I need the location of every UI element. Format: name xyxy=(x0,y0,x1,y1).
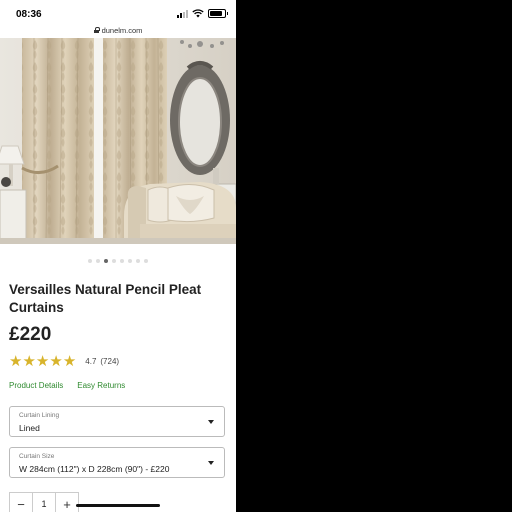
chevron-down-icon xyxy=(208,461,214,465)
battery-icon xyxy=(208,9,228,18)
star-icon: ★ xyxy=(35,353,50,370)
lock-icon xyxy=(93,27,100,33)
status-time: 08:36 xyxy=(16,9,42,20)
chevron-down-icon xyxy=(208,420,214,424)
curtain-lining-select[interactable]: Curtain Lining Lined xyxy=(9,406,225,437)
battery-fill xyxy=(210,11,222,16)
product-rating[interactable]: ★ ★ ★ ★ ★ 4.7 (724) xyxy=(9,354,119,369)
product-links: Product Details Easy Returns xyxy=(9,381,125,390)
signal-icon xyxy=(177,9,188,18)
gallery-dot[interactable] xyxy=(128,259,132,263)
rating-value: 4.7 xyxy=(85,357,97,366)
wifi-icon xyxy=(192,9,204,18)
star-icon: ★ xyxy=(9,353,23,370)
product-title: Versailles Natural Pencil Pleat Curtains xyxy=(9,282,202,315)
gallery-dot[interactable] xyxy=(144,259,148,263)
curtain-lining-label: Curtain Lining xyxy=(19,412,60,419)
star-icon: ★ xyxy=(49,353,63,370)
gallery-dot[interactable] xyxy=(88,259,92,263)
quantity-stepper: − 1 + xyxy=(9,492,79,512)
product-price: £220 xyxy=(9,324,52,345)
product-details-link[interactable]: Product Details xyxy=(9,381,63,390)
url-text: dunelm.com xyxy=(101,25,143,35)
gallery-dot[interactable] xyxy=(112,259,116,263)
status-bar: 08:36 xyxy=(0,0,236,22)
gallery-dot[interactable] xyxy=(136,259,140,263)
curtain-room-photo xyxy=(0,38,236,244)
status-icons xyxy=(177,9,228,18)
gallery-dot[interactable] xyxy=(96,259,100,263)
rating-count: (724) xyxy=(100,357,120,366)
url-bar[interactable]: dunelm.com xyxy=(0,22,236,38)
phone-screen: 08:36 dunelm.com Versailles Natural Penc… xyxy=(0,0,236,512)
curtain-lining-value: Lined xyxy=(19,423,40,433)
curtain-size-value: W 284cm (112") x D 228cm (90") - £220 xyxy=(19,464,170,474)
gallery-pagination xyxy=(0,259,236,263)
quantity-value[interactable]: 1 xyxy=(32,493,56,512)
gallery-dot[interactable] xyxy=(104,259,108,263)
home-indicator[interactable] xyxy=(76,504,160,507)
curtain-size-select[interactable]: Curtain Size W 284cm (112") x D 228cm (9… xyxy=(9,447,225,478)
gallery-dot[interactable] xyxy=(120,259,124,263)
increase-quantity-button[interactable]: + xyxy=(56,493,78,512)
star-icon: ★ xyxy=(22,353,36,370)
decrease-quantity-button[interactable]: − xyxy=(10,493,32,512)
star-icon: ★ xyxy=(62,353,77,370)
curtain-size-label: Curtain Size xyxy=(19,453,55,460)
product-image[interactable] xyxy=(0,38,236,244)
rating-stars: ★ ★ ★ ★ ★ xyxy=(9,354,76,369)
easy-returns-link[interactable]: Easy Returns xyxy=(77,381,125,390)
